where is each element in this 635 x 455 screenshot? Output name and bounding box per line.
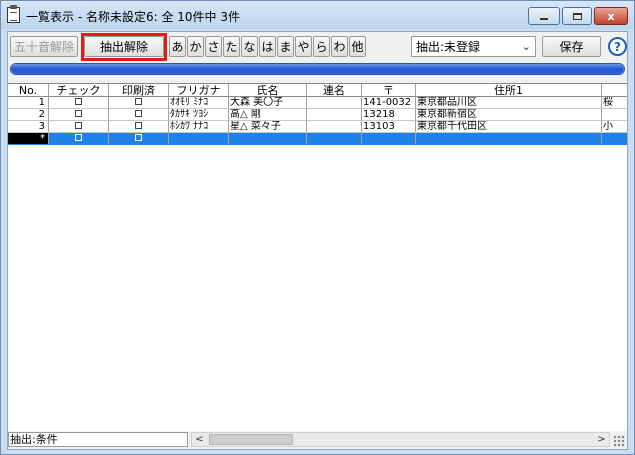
kana-button-sa[interactable]: さ [205, 36, 222, 57]
furigana-cell[interactable]: ｵｵﾓﾘ ﾐﾅｺ [169, 97, 229, 109]
title-bar[interactable]: 一覧表示 - 名称未設定6: 全 10件中 3件 x [1, 1, 634, 29]
zip-cell[interactable]: 13103 [362, 121, 416, 133]
main-window: 一覧表示 - 名称未設定6: 全 10件中 3件 x 五十音解除 抽出解除 あ … [0, 0, 635, 455]
printed-cell[interactable] [109, 109, 169, 121]
address1-cell[interactable]: 東京都千代田区 [416, 121, 602, 133]
name-cell[interactable]: 星△ 菜々子 [229, 121, 307, 133]
row-number: 1 [8, 97, 49, 109]
horizontal-scrollbar[interactable]: < > [191, 432, 610, 447]
kana-button-ha[interactable]: は [259, 36, 276, 57]
joint-cell[interactable] [307, 121, 362, 133]
checkbox[interactable] [135, 121, 142, 129]
column-header-name[interactable]: 氏名 [229, 84, 307, 97]
column-header-printed[interactable]: 印刷済 [109, 84, 169, 97]
close-icon: x [607, 9, 615, 23]
progress-bar [10, 63, 625, 75]
kana-button-other[interactable]: 他 [349, 36, 366, 57]
minimize-button[interactable] [528, 7, 560, 25]
column-header-zip[interactable]: 〒 [362, 84, 416, 97]
furigana-cell[interactable] [169, 133, 229, 145]
kana-button-a[interactable]: あ [169, 36, 186, 57]
checkbox[interactable] [135, 109, 142, 117]
table-row[interactable]: 3 ﾎｼｶﾜ ﾅﾅｺ 星△ 菜々子 13103 東京都千代田区 小 [8, 121, 627, 133]
table-row[interactable]: 2 ﾀｶｻｷ ﾂﾖｼ 高△ 剛 13218 東京都新宿区 [8, 109, 627, 121]
address1-cell[interactable]: 東京都品川区 [416, 97, 602, 109]
scroll-right-icon[interactable]: > [594, 433, 609, 446]
checkbox[interactable] [75, 121, 82, 129]
joint-cell[interactable] [307, 97, 362, 109]
extra-cell[interactable]: 桜 [602, 97, 627, 109]
extra-cell[interactable] [602, 109, 627, 121]
client-area: 五十音解除 抽出解除 あ か さ た な は ま や ら わ 他 抽出:未登録 … [7, 31, 628, 450]
zip-cell[interactable]: 13218 [362, 109, 416, 121]
column-header-check[interactable]: チェック [49, 84, 109, 97]
address1-cell[interactable]: 東京都新宿区 [416, 109, 602, 121]
new-record-row[interactable]: * [8, 133, 627, 145]
window-title: 一覧表示 - 名称未設定6: 全 10件中 3件 [26, 10, 240, 24]
name-cell[interactable] [229, 133, 307, 145]
row-number: 2 [8, 109, 49, 121]
column-header-extra[interactable] [602, 84, 627, 97]
filter-select[interactable]: 抽出:未登録 ⌄ [411, 36, 536, 57]
kana-button-na[interactable]: な [241, 36, 258, 57]
kana-button-wa[interactable]: わ [331, 36, 348, 57]
joint-cell[interactable] [307, 133, 362, 145]
scroll-left-icon[interactable]: < [192, 433, 207, 446]
column-header-address1[interactable]: 住所1 [416, 84, 602, 97]
minimize-icon [540, 18, 548, 20]
name-cell[interactable]: 大森 美〇子 [229, 97, 307, 109]
maximize-button[interactable] [562, 7, 592, 25]
save-button[interactable]: 保存 [542, 36, 601, 57]
printed-cell[interactable] [109, 133, 169, 145]
column-header-joint[interactable]: 連名 [307, 84, 362, 97]
table-header: No. チェック 印刷済 フリガナ 氏名 連名 〒 住所1 [8, 84, 627, 97]
extra-cell[interactable]: 小 [602, 121, 627, 133]
kana-button-ma[interactable]: ま [277, 36, 294, 57]
table-row[interactable]: 1 ｵｵﾓﾘ ﾐﾅｺ 大森 美〇子 141-0032 東京都品川区 桜 [8, 97, 627, 109]
column-header-no[interactable]: No. [8, 84, 49, 97]
checkbox[interactable] [75, 109, 82, 117]
furigana-cell[interactable]: ﾀｶｻｷ ﾂﾖｼ [169, 109, 229, 121]
name-cell[interactable]: 高△ 剛 [229, 109, 307, 121]
new-row-marker: * [8, 133, 49, 145]
printed-cell[interactable] [109, 97, 169, 109]
row-number: 3 [8, 121, 49, 133]
printed-cell[interactable] [109, 121, 169, 133]
checkbox[interactable] [75, 97, 82, 105]
kana-button-ra[interactable]: ら [313, 36, 330, 57]
clear-filter-button[interactable]: 抽出解除 [84, 36, 164, 57]
check-cell[interactable] [49, 109, 109, 121]
address1-cell[interactable] [416, 133, 602, 145]
zip-cell[interactable]: 141-0032 [362, 97, 416, 109]
checkbox[interactable] [135, 97, 142, 105]
data-grid[interactable]: No. チェック 印刷済 フリガナ 氏名 連名 〒 住所1 1 ｵｵﾓﾘ ﾐﾅｺ… [8, 83, 627, 431]
joint-cell[interactable] [307, 109, 362, 121]
clipboard-icon [7, 5, 20, 23]
close-button[interactable]: x [594, 7, 628, 25]
status-text: 抽出:条件 [8, 432, 188, 447]
zip-cell[interactable] [362, 133, 416, 145]
filter-select-value: 抽出:未登録 [416, 40, 481, 54]
chevron-down-icon: ⌄ [521, 40, 531, 53]
kana-button-ka[interactable]: か [187, 36, 204, 57]
check-cell[interactable] [49, 121, 109, 133]
toolbar: 五十音解除 抽出解除 あ か さ た な は ま や ら わ 他 抽出:未登録 … [8, 32, 627, 62]
checkbox[interactable] [75, 133, 82, 141]
scroll-thumb[interactable] [209, 434, 293, 445]
kana-button-ta[interactable]: た [223, 36, 240, 57]
furigana-cell[interactable]: ﾎｼｶﾜ ﾅﾅｺ [169, 121, 229, 133]
resize-grip-icon[interactable] [613, 435, 625, 447]
status-bar: 抽出:条件 < > [8, 431, 627, 449]
column-header-furigana[interactable]: フリガナ [169, 84, 229, 97]
kana-button-ya[interactable]: や [295, 36, 312, 57]
check-cell[interactable] [49, 97, 109, 109]
maximize-icon [572, 12, 582, 20]
check-cell[interactable] [49, 133, 109, 145]
help-icon[interactable]: ? [608, 37, 627, 56]
checkbox[interactable] [135, 133, 142, 141]
extra-cell[interactable] [602, 133, 627, 145]
progress-fill [11, 64, 624, 74]
reset-kana-button[interactable]: 五十音解除 [10, 36, 78, 57]
